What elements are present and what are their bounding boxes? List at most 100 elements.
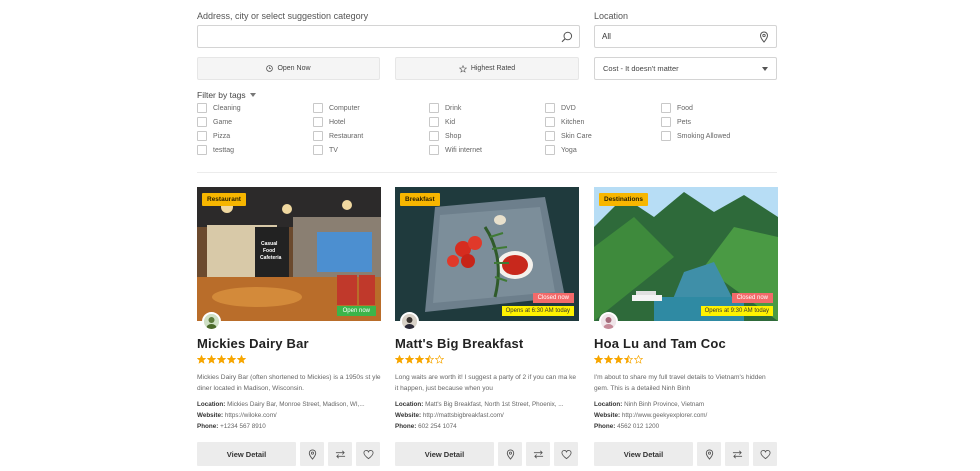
- tag-label: Restaurant: [329, 132, 364, 140]
- checkbox[interactable]: [661, 103, 671, 113]
- tag-checkbox[interactable]: Restaurant: [313, 131, 363, 141]
- cost-select[interactable]: Cost - It doesn't matter: [594, 57, 777, 80]
- map-button[interactable]: [300, 442, 324, 466]
- checkbox[interactable]: [661, 131, 671, 141]
- map-pin-icon: [705, 449, 713, 460]
- tag-checkbox[interactable]: Computer: [313, 103, 360, 113]
- checkbox[interactable]: [429, 131, 439, 141]
- search-input[interactable]: [198, 26, 579, 47]
- compare-button[interactable]: [328, 442, 352, 466]
- avatar[interactable]: [202, 312, 221, 331]
- avatar[interactable]: [599, 312, 618, 331]
- tag-checkbox[interactable]: Food: [661, 103, 693, 113]
- highest-rated-button[interactable]: Highest Rated: [395, 57, 579, 80]
- checkbox[interactable]: [545, 117, 555, 127]
- favorite-button[interactable]: [753, 442, 777, 466]
- location-key: Location:: [197, 401, 226, 408]
- view-detail-button[interactable]: View Detail: [197, 442, 296, 466]
- phone-value[interactable]: +1234 567 8910: [220, 423, 266, 430]
- open-now-button[interactable]: Open Now: [197, 57, 380, 80]
- tag-checkbox[interactable]: Wifi internet: [429, 145, 482, 155]
- listing-image[interactable]: Destinations Closed now Opens at 9:30 AM…: [594, 187, 778, 321]
- checkbox[interactable]: [429, 145, 439, 155]
- tag-checkbox[interactable]: Game: [197, 117, 232, 127]
- tag-checkbox[interactable]: Kid: [429, 117, 455, 127]
- category-badge[interactable]: Destinations: [599, 193, 649, 206]
- checkbox[interactable]: [545, 131, 555, 141]
- location-input[interactable]: [595, 26, 776, 47]
- map-button[interactable]: [498, 442, 522, 466]
- checkbox[interactable]: [313, 131, 323, 141]
- map-pin-icon[interactable]: [758, 31, 770, 43]
- category-badge[interactable]: Restaurant: [202, 193, 246, 206]
- listing-description: Mickies Dairy Bar (often shortened to Mi…: [197, 374, 381, 392]
- view-detail-button[interactable]: View Detail: [395, 442, 494, 466]
- listing-title[interactable]: Mickies Dairy Bar: [197, 336, 309, 351]
- checkbox[interactable]: [197, 117, 207, 127]
- checkbox[interactable]: [197, 145, 207, 155]
- star-icon: [207, 355, 216, 364]
- avatar[interactable]: [400, 312, 419, 331]
- tag-checkbox[interactable]: Pets: [661, 117, 691, 127]
- website-link[interactable]: http://mattsbigbreakfast.com/: [423, 412, 504, 419]
- listing-title[interactable]: Matt's Big Breakfast: [395, 336, 523, 351]
- listing-phone: Phone: +1234 567 8910: [197, 423, 381, 430]
- listing-card-3[interactable]: Destinations Closed now Opens at 9:30 AM…: [594, 187, 778, 471]
- website-link[interactable]: https://wiloke.com/: [225, 412, 277, 419]
- search-field[interactable]: [197, 25, 580, 48]
- tag-checkbox[interactable]: Pizza: [197, 131, 230, 141]
- listing-card-2[interactable]: Breakfast Closed now Opens at 6:30 AM to…: [395, 187, 579, 471]
- status-closed-badge: Closed now: [532, 293, 574, 303]
- location-field[interactable]: [594, 25, 777, 48]
- filter-by-tags-toggle[interactable]: Filter by tags: [197, 90, 256, 100]
- checkbox[interactable]: [197, 103, 207, 113]
- tag-checkbox[interactable]: Hotel: [313, 117, 345, 127]
- divider: [197, 172, 777, 173]
- listing-card-1[interactable]: Casual Food Cafeteria Restaurant Open no…: [197, 187, 381, 471]
- compare-button[interactable]: [526, 442, 550, 466]
- phone-value[interactable]: 4562 012 1200: [617, 423, 659, 430]
- cost-select-value: Cost - It doesn't matter: [603, 64, 679, 73]
- compare-button[interactable]: [725, 442, 749, 466]
- checkbox[interactable]: [313, 117, 323, 127]
- tag-checkbox[interactable]: Shop: [429, 131, 461, 141]
- tag-label: Pets: [677, 118, 692, 126]
- listing-location: Location: Ninh Binh Province, Vietnam: [594, 401, 778, 408]
- favorite-button[interactable]: [554, 442, 578, 466]
- star-icon: [435, 355, 444, 364]
- view-detail-button[interactable]: View Detail: [594, 442, 693, 466]
- search-icon[interactable]: [561, 31, 573, 43]
- tag-checkbox[interactable]: TV: [313, 145, 338, 155]
- tag-checkbox[interactable]: testtag: [197, 145, 234, 155]
- favorite-button[interactable]: [356, 442, 380, 466]
- map-pin-icon: [308, 449, 316, 460]
- tag-checkbox[interactable]: Smoking Allowed: [661, 131, 730, 141]
- website-link[interactable]: http://www.geekyexplorer.com/: [622, 412, 707, 419]
- tag-checkbox[interactable]: DVD: [545, 103, 576, 113]
- checkbox[interactable]: [313, 145, 323, 155]
- checkbox[interactable]: [545, 145, 555, 155]
- checkbox[interactable]: [661, 117, 671, 127]
- checkbox[interactable]: [197, 131, 207, 141]
- map-button[interactable]: [697, 442, 721, 466]
- tag-checkbox[interactable]: Yoga: [545, 145, 577, 155]
- tag-checkbox[interactable]: Drink: [429, 103, 461, 113]
- tag-checkbox[interactable]: Kitchen: [545, 117, 584, 127]
- checkbox[interactable]: [429, 117, 439, 127]
- tag-checkbox[interactable]: Cleaning: [197, 103, 241, 113]
- star-icon: [634, 355, 643, 364]
- rating-stars: [395, 355, 444, 364]
- checkbox[interactable]: [545, 103, 555, 113]
- checkbox[interactable]: [313, 103, 323, 113]
- category-badge[interactable]: Breakfast: [400, 193, 440, 206]
- star-icon: [594, 355, 603, 364]
- listing-image[interactable]: Casual Food Cafeteria Restaurant Open no…: [197, 187, 381, 321]
- listing-title[interactable]: Hoa Lu and Tam Coc: [594, 336, 726, 351]
- phone-value[interactable]: 602 254 1074: [418, 423, 457, 430]
- checkbox[interactable]: [429, 103, 439, 113]
- tag-label: Smoking Allowed: [677, 132, 731, 140]
- rating-stars: [197, 355, 246, 364]
- tag-label: Kitchen: [561, 118, 585, 126]
- tag-checkbox[interactable]: Skin Care: [545, 131, 592, 141]
- listing-image[interactable]: Breakfast Closed now Opens at 6:30 AM to…: [395, 187, 579, 321]
